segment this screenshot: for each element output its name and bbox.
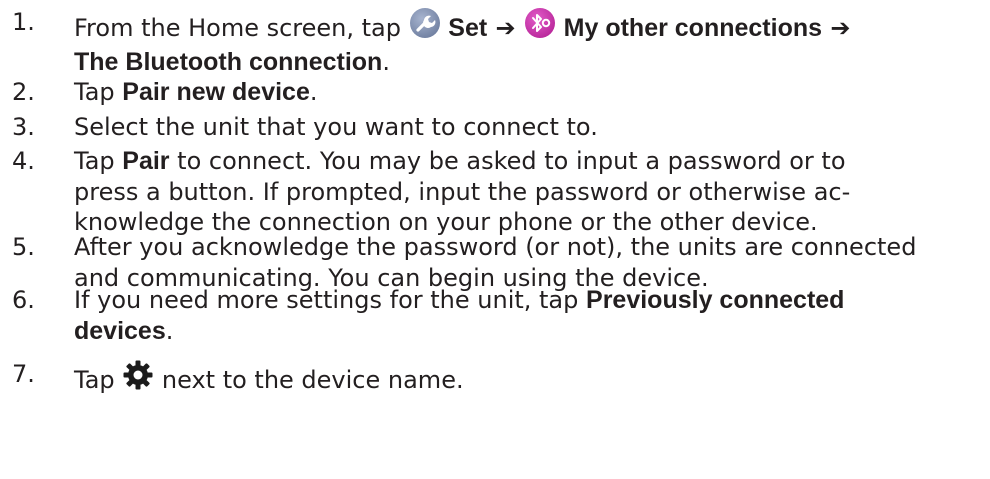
step-text-run: Tap [74,78,123,106]
ui-term: devices [74,316,166,345]
step-number: 6. [12,286,35,314]
step-text-run: Tap [74,147,123,175]
step-text-run: to connect. You may be asked to input a … [169,147,846,175]
step-number: 7. [12,360,35,388]
step-text-run: Select the unit that you want to connect… [74,113,598,141]
step-text-run: . [165,316,174,345]
ui-term: Pair [122,147,170,175]
step-2: 2. Tap Pair new device. [12,77,987,108]
step-6: 6. If you need more settings for the unit… [12,285,987,346]
step-text: Tap Pair new device. [74,77,987,108]
step-7: 7. Tap next to the device name. [12,359,987,399]
step-text-run: If you need more settings for the unit, … [74,286,587,314]
arrow-separator: ➔ [822,14,851,42]
step-text: After you acknowledge the password (or n… [74,232,987,293]
step-number: 4. [12,147,35,175]
step-1: 1. From the Home screen, tap Set ➔ My oth… [12,7,987,77]
step-text-run [556,14,564,42]
step-text: If you need more settings for the unit, … [74,285,987,346]
step-text-run: After you acknowledge the password (or n… [74,233,917,261]
step-text: Tap Pair to connect. You may be asked to… [74,146,987,238]
arrow-separator: ➔ [487,14,525,42]
step-number: 3. [12,113,35,141]
step-text: From the Home screen, tap Set ➔ My other… [74,7,987,77]
ui-term: My other connections [563,14,823,42]
step-text: Tap next to the device name. [74,359,987,399]
step-text-run: press a button. If prompted, input the p… [74,177,851,206]
step-4: 4. Tap Pair to connect. You may be asked … [12,146,987,238]
step-text-run: . [382,47,390,76]
step-text-run: next to the device name. [154,366,464,394]
ui-term: Previously connected [586,286,845,314]
step-number: 1. [12,8,35,36]
step-number: 2. [12,78,35,106]
bluetooth-connections-icon [524,7,556,47]
ui-term: Set [448,14,488,42]
step-5: 5. After you acknowledge the password (or… [12,232,987,293]
step-text-run: Tap [74,366,123,394]
ui-term: Pair new device [122,78,310,106]
step-3: 3. Select the unit that you want to conne… [12,112,987,143]
gear-icon [122,359,154,399]
step-text-run: From the Home screen, tap [74,14,409,42]
wrench-settings-icon [409,7,441,47]
step-text: Select the unit that you want to connect… [74,112,987,143]
ui-term: The Bluetooth connection [74,47,383,76]
step-text-run: . [309,78,318,106]
step-number: 5. [12,233,35,261]
